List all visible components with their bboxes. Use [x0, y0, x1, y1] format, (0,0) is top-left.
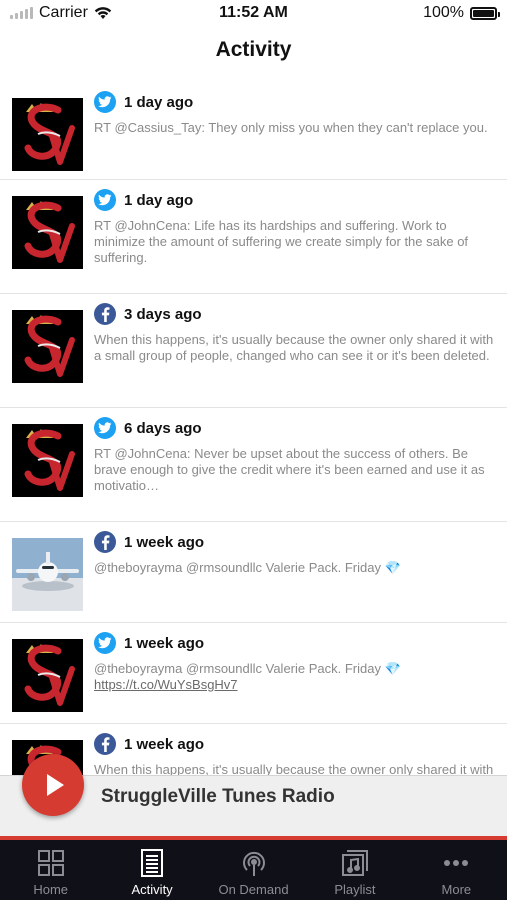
- battery-icon: [470, 6, 500, 20]
- more-dots-icon: [444, 860, 469, 866]
- twitter-icon: [94, 417, 116, 439]
- post-text-wrap: @theboyrayma @rmsoundllc Valerie Pack. F…: [94, 560, 495, 588]
- struggleville-logo-icon: [12, 424, 83, 497]
- post-text-wrap: @theboyrayma @rmsoundllc Valerie Pack. F…: [94, 661, 495, 705]
- facebook-icon: [94, 531, 116, 553]
- tab-label: More: [441, 882, 472, 897]
- post-text: RT @JohnCena: Never be upset about the s…: [94, 446, 485, 493]
- struggleville-logo-thumb: [12, 196, 83, 269]
- struggleville-logo-icon: [12, 196, 83, 269]
- twitter-icon: [94, 189, 116, 211]
- facebook-icon: [94, 733, 116, 755]
- list-item[interactable]: 1 week ago @theboyrayma @rmsoundllc Vale…: [0, 631, 507, 724]
- airplane-icon: [12, 538, 83, 611]
- twitter-icon: [94, 91, 116, 113]
- post-text: RT @Cassius_Tay: They only miss you when…: [94, 120, 488, 135]
- play-button[interactable]: [22, 754, 84, 816]
- list-item[interactable]: 3 days ago When this happens, it's usual…: [0, 302, 507, 408]
- post-time: 1 day ago: [124, 191, 194, 209]
- twitter-icon: [94, 632, 116, 654]
- post-text: @theboyrayma @rmsoundllc Valerie Pack. F…: [94, 560, 381, 575]
- struggleville-logo-thumb: [12, 310, 83, 383]
- podcast-icon: [242, 851, 265, 876]
- post-time: 3 days ago: [124, 305, 202, 323]
- mini-player[interactable]: StruggleVille Tunes Radio: [0, 754, 507, 837]
- list-item[interactable]: 1 week ago @theboyrayma @rmsoundllc Vale…: [0, 530, 507, 623]
- station-name: StruggleVille Tunes Radio: [101, 786, 335, 807]
- struggleville-logo-thumb: [12, 639, 83, 712]
- struggleville-logo-thumb: [12, 424, 83, 497]
- struggleville-logo-icon: [12, 310, 83, 383]
- airplane-photo-thumb: [12, 538, 83, 611]
- battery-label: 100%: [423, 4, 464, 21]
- tab-label: On Demand: [218, 882, 289, 897]
- tab-label: Home: [33, 882, 69, 897]
- struggleville-logo-icon: [12, 98, 83, 171]
- post-time: 6 days ago: [124, 419, 202, 437]
- struggleville-logo-icon: [12, 639, 83, 712]
- status-bar: Carrier 11:52 AM 100%: [0, 0, 507, 28]
- list-item[interactable]: 1 day ago RT @JohnCena: Life has its har…: [0, 188, 507, 294]
- list-item[interactable]: 1 day ago RT @Cassius_Tay: They only mis…: [0, 90, 507, 180]
- tab-label: Activity: [131, 882, 173, 897]
- tab-playlist[interactable]: Playlist: [304, 840, 405, 900]
- home-grid-icon: [37, 850, 64, 876]
- activity-feed[interactable]: 1 day ago RT @Cassius_Tay: They only mis…: [0, 82, 507, 838]
- tab-more[interactable]: More: [406, 840, 507, 900]
- struggleville-logo-thumb: [12, 98, 83, 171]
- post-time: 1 week ago: [124, 634, 205, 652]
- post-text: @theboyrayma @rmsoundllc Valerie Pack. F…: [94, 661, 381, 676]
- tab-home[interactable]: Home: [0, 840, 101, 900]
- post-time: 1 week ago: [124, 533, 205, 551]
- playlist-icon: [341, 850, 368, 876]
- tab-label: Playlist: [334, 882, 376, 897]
- battery-group: 100%: [423, 4, 500, 22]
- gem-emoji: 💎: [384, 661, 401, 676]
- activity-list-icon: [141, 849, 164, 877]
- page-title: Activity: [215, 38, 292, 61]
- facebook-icon: [94, 303, 116, 325]
- list-item[interactable]: 6 days ago RT @JohnCena: Never be upset …: [0, 416, 507, 522]
- tab-on-demand[interactable]: On Demand: [203, 840, 304, 900]
- play-icon: [46, 774, 64, 796]
- post-link[interactable]: https://t.co/WuYsBsgHv7: [94, 677, 238, 692]
- tab-activity[interactable]: Activity: [101, 840, 202, 900]
- post-text: When this happens, it's usually because …: [94, 332, 494, 363]
- post-text: RT @JohnCena: Life has its hardships and…: [94, 218, 469, 265]
- post-time: 1 week ago: [124, 735, 205, 753]
- gem-emoji: 💎: [384, 560, 401, 575]
- post-time: 1 day ago: [124, 93, 194, 111]
- tab-bar: Home Activity On Demand Playlist More: [0, 840, 507, 900]
